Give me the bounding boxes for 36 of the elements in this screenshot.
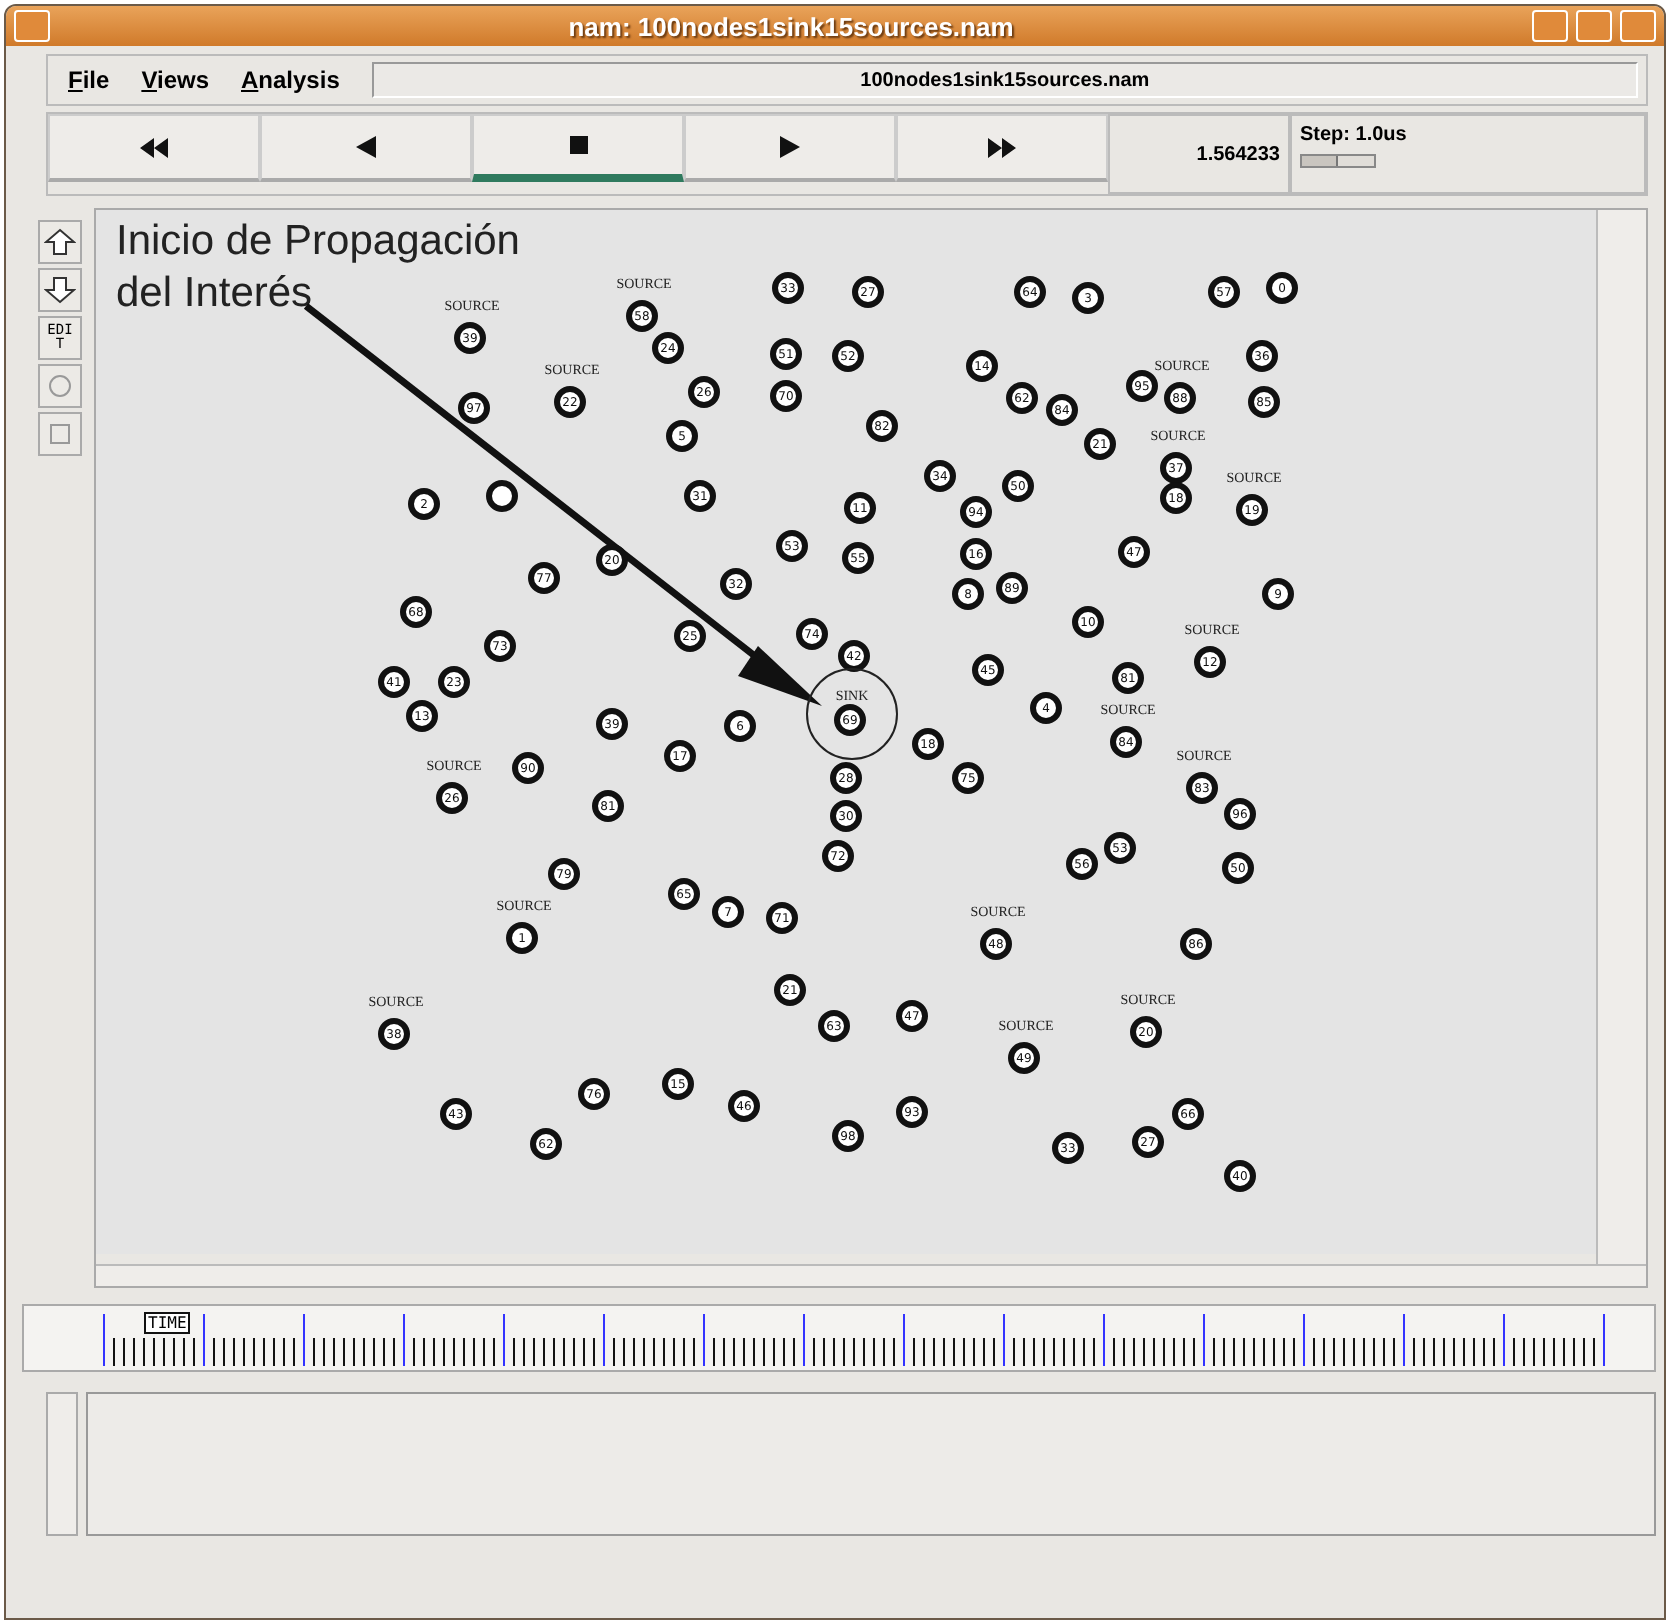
circle-tool[interactable] — [38, 364, 82, 408]
close-button[interactable] — [1620, 10, 1656, 42]
window-menu-button[interactable] — [14, 10, 50, 42]
menu-item[interactable]: File — [56, 66, 122, 94]
zoom-in-icon — [44, 228, 76, 256]
vertical-scrollbar[interactable] — [46, 1392, 78, 1536]
minimize-button[interactable] — [1532, 10, 1568, 42]
window-title: nam: 100nodes1sink15sources.nam — [566, 11, 1016, 41]
rewind-button[interactable] — [48, 114, 260, 182]
network-node[interactable] — [486, 480, 518, 512]
annotation-text: del Interés — [116, 270, 313, 318]
play-icon — [780, 136, 800, 158]
maximize-button[interactable] — [1576, 10, 1612, 42]
vertical-scrollbar[interactable] — [1596, 210, 1646, 1264]
menu-item[interactable]: Analysis — [229, 66, 352, 94]
zoom-out-tool[interactable] — [38, 268, 82, 312]
horizontal-scrollbar[interactable] — [96, 1264, 1646, 1286]
zoom-out-icon — [44, 276, 76, 304]
slider-thumb[interactable] — [1302, 156, 1338, 166]
annotation-text: Inicio de Propagación — [116, 218, 520, 266]
stop-button[interactable] — [472, 114, 684, 182]
back-icon — [356, 136, 376, 158]
zoom-in-tool[interactable] — [38, 220, 82, 264]
rewind-icon — [140, 137, 168, 157]
forward-button[interactable] — [896, 114, 1108, 182]
time-marker[interactable]: TIME — [144, 1312, 191, 1334]
square-icon — [50, 424, 70, 444]
file-name-field: 100nodes1sink15sources.nam — [371, 62, 1638, 98]
menu-item[interactable]: Views — [129, 66, 221, 94]
step-slider[interactable] — [1300, 154, 1376, 168]
time-readout: 1.564233 — [1108, 114, 1290, 194]
fast-forward-icon — [988, 137, 1016, 157]
stop-icon — [569, 136, 587, 154]
square-tool[interactable] — [38, 412, 82, 456]
step-label: Step: 1.0us — [1300, 124, 1409, 146]
circle-icon — [48, 374, 72, 398]
